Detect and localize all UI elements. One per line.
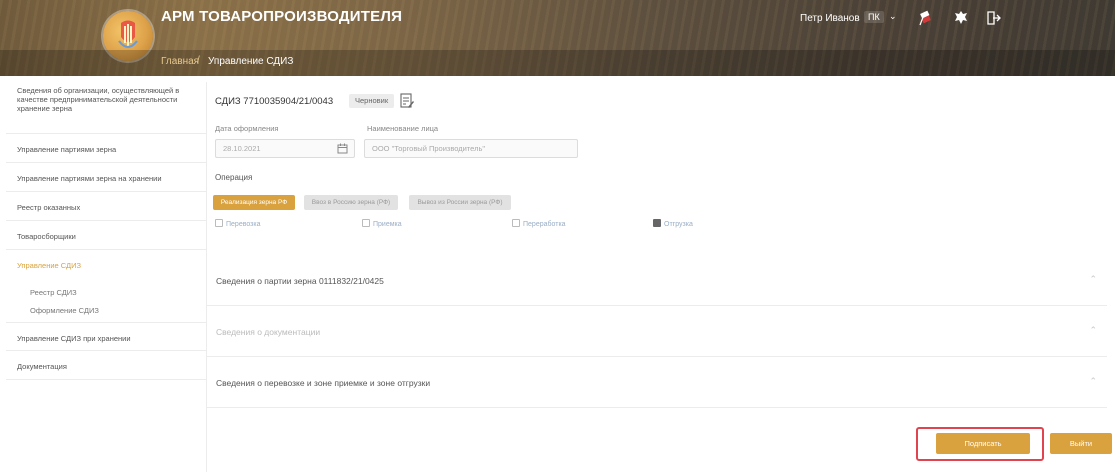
exit-button[interactable]: Выйти xyxy=(1050,433,1112,454)
app-header: АРМ ТОВАРОПРОИЗВОДИТЕЛЯ Петр Иванов ПК ⌄… xyxy=(0,0,1115,76)
document-title: СДИЗ 7710035904/21/0043 xyxy=(215,96,334,107)
sidebar-item-label: Управление СДИЗ xyxy=(17,261,82,270)
checkbox-processing[interactable]: Переработка xyxy=(512,219,566,231)
section-title: Сведения о партии зерна 0111832/21/0425 xyxy=(216,276,384,286)
checkbox-label: Перевозка xyxy=(226,221,261,228)
section-documentation[interactable]: Сведения о документации ⌃ xyxy=(207,306,1107,357)
sidebar-item-label: Реестр оказанных xyxy=(17,203,81,212)
breadcrumb-home-link[interactable]: Главная xyxy=(161,56,199,67)
sidebar-item-sdiz-management[interactable]: Управление СДИЗ xyxy=(6,250,207,276)
checkbox-transport[interactable]: Перевозка xyxy=(215,219,260,231)
breadcrumb-separator: / xyxy=(197,55,200,66)
user-role-badge[interactable]: ПК xyxy=(864,11,884,23)
checkbox-label: Отгрузка xyxy=(664,221,693,228)
sidebar-item-organization[interactable]: Сведения об организации, осуществляющей … xyxy=(6,82,207,134)
sidebar-item-documentation[interactable]: Документация xyxy=(6,351,207,380)
sidebar-item-registry[interactable]: Реестр оказанных xyxy=(6,192,207,221)
org-field-label: Наименование лица xyxy=(367,124,439,133)
emblem-icon[interactable] xyxy=(952,9,970,27)
sidebar-item-label: Управление партиями зерна xyxy=(17,145,117,154)
checkbox-label: Приемка xyxy=(373,221,402,228)
wheat-emblem-icon xyxy=(118,20,138,49)
edit-document-icon[interactable] xyxy=(400,93,414,109)
section-title: Сведения о документации xyxy=(216,327,321,337)
date-field[interactable]: 28.10.2021 xyxy=(215,139,355,158)
logout-icon[interactable] xyxy=(984,9,1002,27)
sidebar-item-label: Сведения об организации, осуществляющей … xyxy=(17,86,180,113)
checkbox-icon[interactable] xyxy=(512,219,520,227)
org-field-value: ООО "Торговый Производитель" xyxy=(372,144,486,153)
checkbox-acceptance[interactable]: Приемка xyxy=(362,219,402,231)
operation-import-button[interactable]: Ввоз в Россию зерна (РФ) xyxy=(304,195,398,210)
app-title: АРМ ТОВАРОПРОИЗВОДИТЕЛЯ xyxy=(161,8,403,25)
sidebar-item-grain-lots-storage[interactable]: Управление партиями зерна на хранении xyxy=(6,163,207,192)
status-badge: Черновик xyxy=(349,94,395,108)
section-transport[interactable]: Сведения о перевозке и зоне приемке и зо… xyxy=(207,357,1107,408)
sidebar-subitem-sdiz-create[interactable]: Оформление СДИЗ xyxy=(30,306,99,315)
checkbox-icon[interactable] xyxy=(215,219,223,227)
user-menu-chevron-icon[interactable]: ⌄ xyxy=(889,11,897,22)
checkbox-shipment[interactable]: Отгрузка xyxy=(653,219,693,231)
section-grain-lot[interactable]: Сведения о партии зерна 0111832/21/0425 … xyxy=(207,255,1107,306)
chevron-up-icon[interactable]: ⌃ xyxy=(1089,274,1097,285)
chevron-up-icon[interactable]: ⌃ xyxy=(1089,325,1097,336)
sidebar-item-label: Управление СДИЗ при хранении xyxy=(17,334,131,343)
operation-export-button[interactable]: Вывоз из России зерна (РФ) xyxy=(409,195,511,210)
chevron-up-icon[interactable]: ⌃ xyxy=(1089,376,1097,387)
org-field[interactable]: ООО "Торговый Производитель" xyxy=(364,139,578,158)
checkbox-icon[interactable] xyxy=(653,219,661,227)
operations-label: Операция xyxy=(215,173,253,182)
breadcrumb: Главная / Управление СДИЗ xyxy=(0,50,1115,76)
user-name[interactable]: Петр Иванов xyxy=(800,13,860,24)
sidebar: Сведения об организации, осуществляющей … xyxy=(6,82,207,472)
date-field-label: Дата оформления xyxy=(215,124,279,133)
operation-sale-button[interactable]: Реализация зерна РФ xyxy=(213,195,295,210)
calendar-icon[interactable] xyxy=(337,143,348,154)
flag-icon[interactable] xyxy=(917,9,935,27)
sidebar-item-label: Документация xyxy=(17,362,67,371)
date-field-value: 28.10.2021 xyxy=(223,144,261,153)
main-content: СДИЗ 7710035904/21/0043 Черновик Дата оф… xyxy=(207,82,1115,472)
section-title: Сведения о перевозке и зоне приемке и зо… xyxy=(216,378,431,388)
checkbox-label: Переработка xyxy=(523,221,566,228)
sign-button[interactable]: Подписать xyxy=(936,433,1030,454)
checkbox-icon[interactable] xyxy=(362,219,370,227)
sidebar-item-grain-lots[interactable]: Управление партиями зерна xyxy=(6,134,207,163)
sidebar-subitem-sdiz-registry[interactable]: Реестр СДИЗ xyxy=(30,288,77,297)
sidebar-item-label: Товаросборщики xyxy=(17,232,76,241)
sidebar-item-sdiz-storage[interactable]: Управление СДИЗ при хранении xyxy=(6,322,207,351)
breadcrumb-current: Управление СДИЗ xyxy=(208,56,294,67)
sidebar-item-label: Управление партиями зерна на хранении xyxy=(17,174,162,183)
sidebar-item-producers[interactable]: Товаросборщики xyxy=(6,221,207,250)
